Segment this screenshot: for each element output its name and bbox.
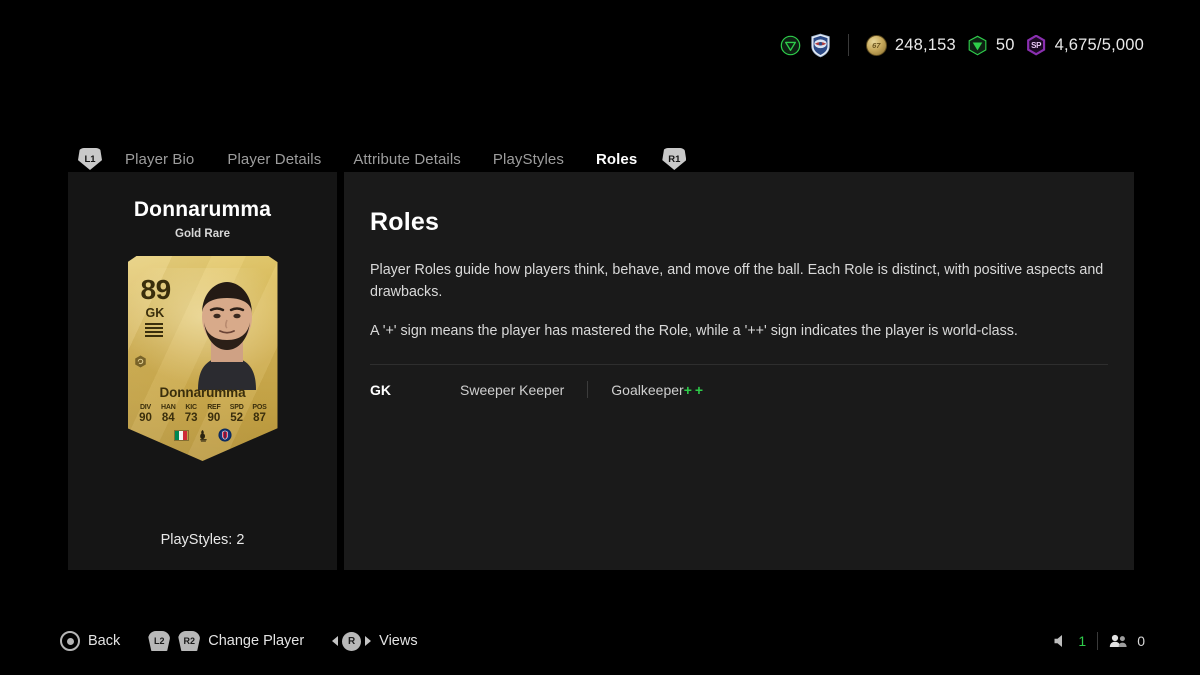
italy-flag-icon (173, 429, 189, 441)
stick-label: R (342, 631, 362, 651)
coins-indicator: 67 248,153 (865, 34, 956, 56)
roles-divider (370, 364, 1108, 366)
stat-value: 90 (207, 412, 221, 424)
back-label: Back (88, 633, 121, 649)
psg-crest-icon (217, 428, 232, 442)
card-stat: SPD 52 (227, 404, 247, 424)
points-value: 50 (995, 35, 1015, 54)
tab-attribute-details[interactable]: Attribute Details (353, 151, 461, 168)
back-action[interactable]: Back (60, 631, 120, 651)
card-stat: REF 90 (204, 404, 224, 424)
roles-panel: Roles Player Roles guide how players thi… (344, 172, 1134, 570)
page-title: Roles (370, 208, 440, 236)
role-goalkeeper[interactable]: Goalkeeper+ + (611, 382, 703, 398)
audio-count: 1 (1078, 633, 1087, 649)
tab-player-bio[interactable]: Player Bio (125, 151, 194, 168)
stat-value: 73 (184, 412, 198, 424)
card-player-name: Donnarumma (159, 385, 246, 400)
card-stat: KIC 73 (181, 404, 201, 424)
player-rarity: Gold Rare (175, 228, 230, 240)
stat-label: SPD (229, 404, 244, 411)
role-goalkeeper-label: Goalkeeper (611, 381, 684, 398)
role-plus-2: + (694, 381, 704, 398)
role-row: GK Sweeper Keeper Goalkeeper+ + (370, 381, 1108, 399)
bottom-right-divider (1097, 632, 1099, 650)
player-name: Donnarumma (133, 198, 272, 221)
ligue1-logo-icon (199, 429, 207, 442)
card-stat: POS 87 (249, 404, 269, 424)
fc-points-icon (967, 35, 988, 56)
right-bumper-icon[interactable]: R1 (662, 148, 687, 170)
people-icon[interactable] (1109, 634, 1128, 648)
speaker-icon[interactable] (1053, 634, 1069, 648)
stat-value: 87 (253, 412, 266, 424)
players-online-count: 0 (1137, 633, 1145, 649)
game-screen: 67 248,153 50 SP 4,675/5,000 L1 Player B… (0, 0, 1200, 675)
playstyles-count: PlayStyles: 2 (160, 532, 245, 548)
sp-indicator: SP 4,675/5,000 (1026, 34, 1144, 56)
roles-description-2: A '+' sign means the player has mastered… (370, 323, 1018, 340)
hud-divider (847, 34, 849, 56)
card-stats: DIV 90 HAN 84 KIC 73 REF 90 SPD 52 POS 8… (136, 404, 270, 424)
stat-label: POS (252, 404, 267, 411)
role-sweeper-keeper[interactable]: Sweeper Keeper (460, 382, 564, 398)
hud-club-icons (780, 33, 831, 58)
bottom-action-bar: Back L2 R2 Change Player R Views 1 0 (0, 607, 1200, 675)
role-position-label: GK (370, 381, 391, 398)
points-indicator: 50 (967, 35, 1015, 56)
card-stat: DIV 90 (136, 404, 156, 424)
card-position: GK (145, 306, 165, 320)
tab-roles[interactable]: Roles (596, 151, 637, 168)
roles-description-1: Player Roles guide how players think, be… (370, 262, 1104, 301)
card-badges (128, 428, 278, 442)
stat-label: DIV (139, 404, 152, 411)
player-card[interactable]: 89 GK Donnarumma DIV 90 HAN 84 KIC 73 RE… (127, 256, 278, 461)
stat-label: HAN (161, 404, 176, 411)
tab-player-details[interactable]: Player Details (227, 151, 321, 168)
card-rating: 89 (140, 274, 172, 305)
coins-icon: 67 (865, 34, 887, 56)
player-portrait (197, 282, 256, 390)
sp-hexagon-icon: SP (1026, 34, 1047, 56)
arrow-right-icon (365, 636, 372, 646)
role-plus-1: + (683, 381, 692, 398)
stat-label: REF (207, 404, 221, 411)
views-action[interactable]: R Views (332, 631, 418, 651)
card-stack-icon (144, 323, 163, 337)
arrow-left-icon (332, 636, 339, 646)
tab-navigation: L1 Player Bio Player Details Attribute D… (78, 145, 687, 173)
change-player-label: Change Player (208, 633, 305, 649)
role-separator (587, 381, 589, 399)
stat-label: KIC (185, 404, 197, 411)
currency-hud: 67 248,153 50 SP 4,675/5,000 (780, 30, 1144, 60)
sp-value: 4,675/5,000 (1054, 35, 1144, 54)
club-crest-icon (810, 33, 831, 58)
player-summary-panel: Donnarumma Gold Rare 89 GK Donnarumma DI… (68, 172, 337, 570)
card-stat: HAN 84 (158, 404, 178, 424)
stat-value: 84 (161, 412, 175, 424)
tab-playstyles[interactable]: PlayStyles (493, 151, 564, 168)
stat-value: 90 (139, 412, 152, 424)
card-side-logo-icon (134, 355, 146, 368)
r2-trigger-icon: R2 (178, 631, 201, 651)
stat-value: 52 (230, 412, 244, 424)
left-bumper-icon[interactable]: L1 (78, 148, 102, 170)
change-player-action[interactable]: L2 R2 Change Player (148, 631, 304, 651)
l2-trigger-icon: L2 (148, 631, 171, 651)
right-stick-icon: R (332, 631, 372, 651)
volta-triangle-icon (780, 35, 801, 56)
coins-value: 248,153 (894, 35, 956, 54)
views-label: Views (379, 633, 418, 649)
circle-button-icon (60, 631, 80, 651)
